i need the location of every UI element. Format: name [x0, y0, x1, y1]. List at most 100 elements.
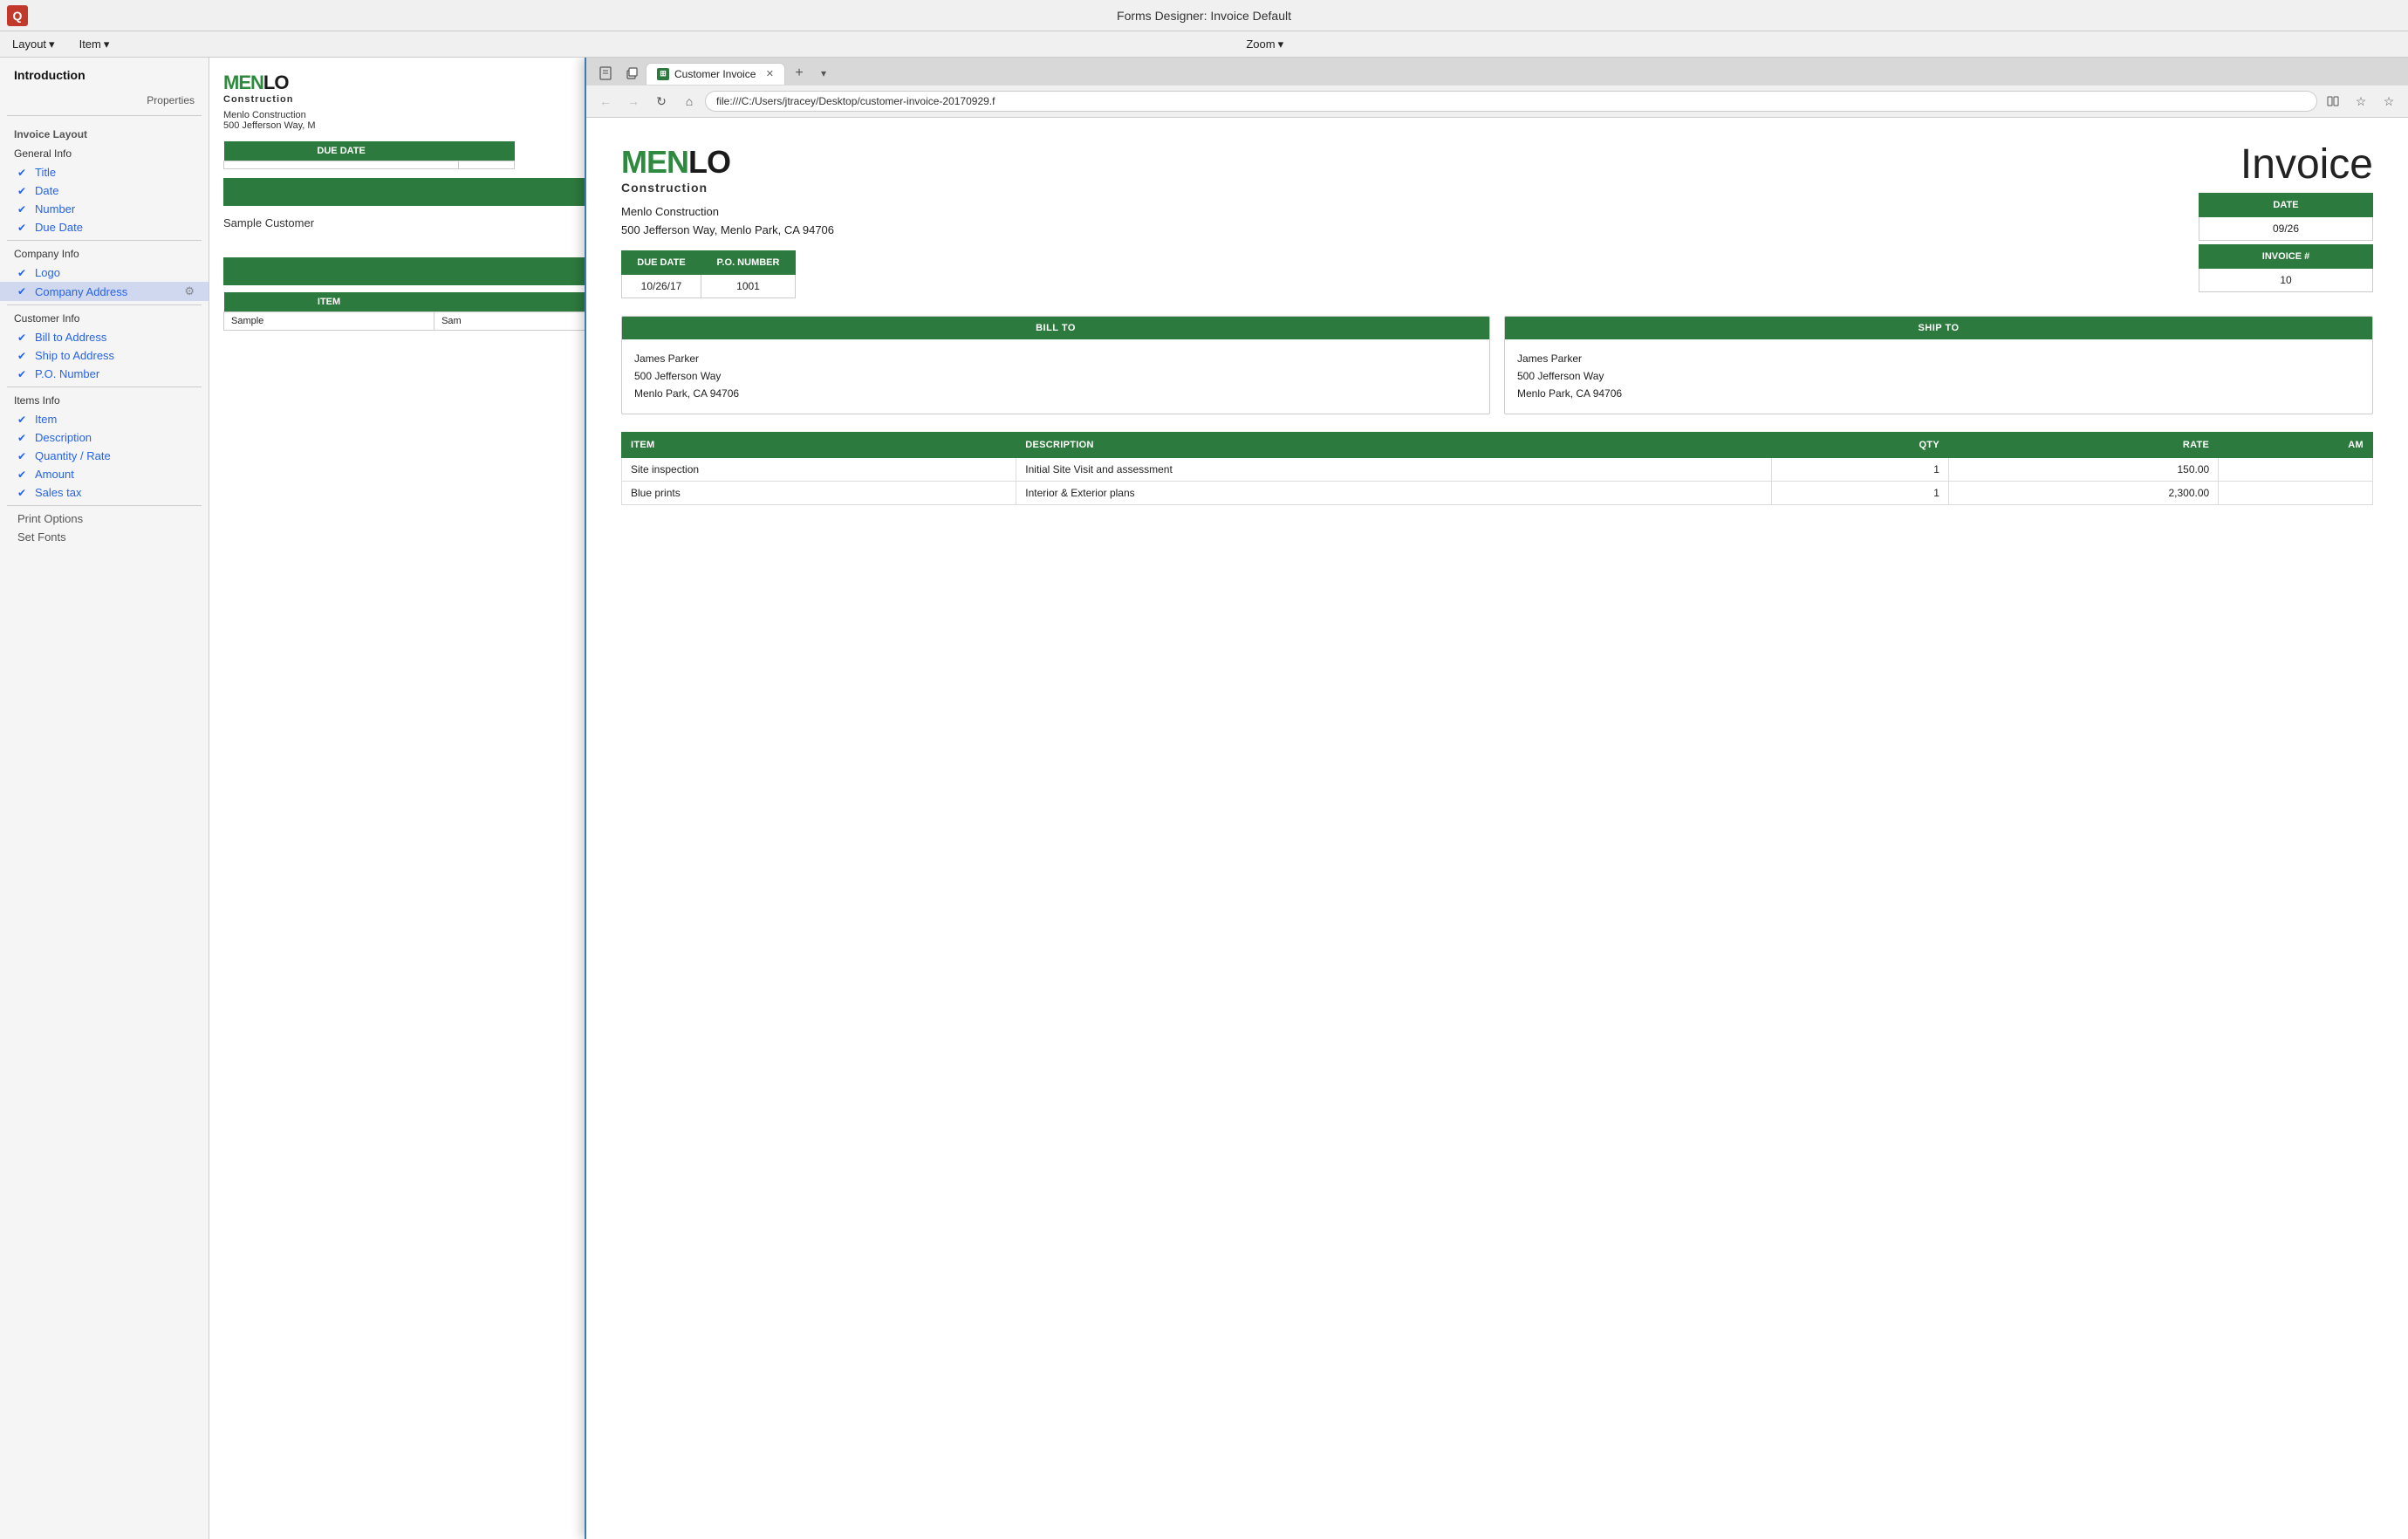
date-value: 09/26 [2199, 217, 2373, 241]
item-col-header: ITEM [622, 432, 1016, 457]
amount-cell [2219, 457, 2373, 481]
sidebar-item-description[interactable]: ✔ Description [0, 428, 209, 447]
forward-button[interactable]: → [621, 89, 646, 113]
more-button[interactable]: ☆ [2377, 89, 2401, 113]
browser-tab-active[interactable]: ⊞ Customer Invoice ✕ [646, 63, 785, 85]
refresh-button[interactable]: ↻ [649, 89, 674, 113]
items-green-bar [223, 257, 588, 285]
sidebar-item-label: Logo [35, 266, 60, 279]
menu-zoom[interactable]: Zoom ▾ [1241, 36, 1289, 53]
sidebar-item-qty-rate[interactable]: ✔ Quantity / Rate [0, 447, 209, 465]
qty-cell: 1 [1771, 457, 1948, 481]
due-date-header-small: DUE DATE [224, 141, 459, 161]
check-icon: ✔ [17, 350, 30, 362]
check-icon: ✔ [17, 332, 30, 344]
favorites-button[interactable]: ☆ [2349, 89, 2373, 113]
item-col-header: ITEM [224, 292, 434, 312]
browser-restore-icon[interactable] [619, 61, 644, 86]
browser-chrome: ⊞ Customer Invoice ✕ + ▾ ← → ↻ ⌂ file://… [586, 58, 2408, 118]
sidebar-item-print-options[interactable]: Print Options [0, 510, 209, 528]
sidebar-item-sales-tax[interactable]: ✔ Sales tax [0, 483, 209, 502]
sidebar-item-item[interactable]: ✔ Item [0, 410, 209, 428]
invoice-title-large: Invoice [2199, 144, 2373, 186]
ship-to-header: SHIP TO [1505, 317, 2372, 339]
ship-to-address1: 500 Jefferson Way [1517, 367, 2360, 385]
item-cell: Site inspection [622, 457, 1016, 481]
sidebar-item-set-fonts[interactable]: Set Fonts [0, 528, 209, 546]
check-icon: ✔ [17, 222, 30, 234]
invoice-right-header: Invoice DATE 09/26 [2199, 144, 2373, 292]
table-row: Site inspection Initial Site Visit and a… [622, 457, 2373, 481]
sidebar-item-title[interactable]: ✔ Title [0, 163, 209, 181]
window-title: Forms Designer: Invoice Default [1117, 9, 1291, 23]
home-button[interactable]: ⌂ [677, 89, 701, 113]
bill-to-body: James Parker 500 Jefferson Way Menlo Par… [622, 339, 1489, 414]
menu-layout[interactable]: Layout ▾ [7, 36, 60, 53]
invoice-left-header: MENLO Construction Menlo Construction 50… [621, 144, 834, 298]
due-date-table-small: DUE DATE [223, 141, 515, 169]
description-col-header: DESCRIPTION [1016, 432, 1771, 457]
sidebar-item-label: Sales tax [35, 486, 81, 499]
sidebar-item-bill-to[interactable]: ✔ Bill to Address [0, 328, 209, 346]
general-info-label: General Info [0, 144, 209, 163]
invoice-num-header: INVOICE # [2199, 245, 2373, 269]
sidebar-item-number[interactable]: ✔ Number [0, 200, 209, 218]
items-info-label: Items Info [0, 391, 209, 410]
gear-icon[interactable]: ⚙ [184, 284, 195, 298]
invoice-num-value: 10 [2199, 269, 2373, 292]
date-col-header: DATE [2199, 194, 2373, 217]
tab-close-button[interactable]: ✕ [766, 68, 774, 79]
sidebar-item-label: Item [35, 413, 57, 426]
invoice-layout-label: Invoice Layout [0, 120, 209, 144]
check-icon: ✔ [17, 285, 30, 298]
address-bar[interactable]: file:///C:/Users/jtracey/Desktop/custome… [705, 91, 2317, 112]
bill-to-name: James Parker [634, 350, 1477, 367]
browser-invoice-content: MENLO Construction Menlo Construction 50… [586, 118, 2408, 1539]
sidebar-item-po-number[interactable]: ✔ P.O. Number [0, 365, 209, 383]
company-address: 500 Jefferson Way, Menlo Park, CA 94706 [621, 222, 834, 240]
content-area: MENLO Construction Menlo Construction 50… [209, 58, 2408, 1539]
sidebar-item-amount[interactable]: ✔ Amount [0, 465, 209, 483]
bill-to-header: BILL TO [622, 317, 1489, 339]
new-tab-button[interactable]: + [787, 61, 811, 86]
back-button[interactable]: ← [593, 89, 618, 113]
invoice-background-panel: MENLO Construction Menlo Construction 50… [209, 58, 602, 1539]
check-icon: ✔ [17, 469, 30, 481]
tab-dropdown-button[interactable]: ▾ [813, 63, 834, 84]
properties-label: Properties [0, 89, 209, 112]
invoice-meta-table: DUE DATE P.O. NUMBER 10/26/17 1001 [621, 250, 796, 298]
placeholder-header-small [459, 141, 515, 161]
invoice-header: MENLO Construction Menlo Construction 50… [621, 144, 2373, 298]
bill-to-address2: Menlo Park, CA 94706 [634, 385, 1477, 402]
customer-name-small: Sample Customer [223, 209, 588, 236]
sidebar-item-company-address[interactable]: ✔ Company Address ⚙ [0, 282, 209, 301]
table-row: Blue prints Interior & Exterior plans 1 … [622, 481, 2373, 504]
menu-bar: Layout ▾ Item ▾ Zoom ▾ [0, 31, 2408, 58]
rate-cell: 2,300.00 [1948, 481, 2218, 504]
amount-col-header: AM [2219, 432, 2373, 457]
menu-item[interactable]: Item ▾ [74, 36, 115, 53]
green-bar [223, 178, 588, 206]
sidebar-item-label: Amount [35, 468, 74, 481]
description-cell: Interior & Exterior plans [1016, 481, 1771, 504]
rate-col-header: RATE [1948, 432, 2218, 457]
tab-title: Customer Invoice [674, 68, 756, 80]
reading-view-button[interactable] [2321, 89, 2345, 113]
invoice-number-table: INVOICE # 10 [2199, 244, 2373, 292]
sidebar: Introduction Properties Invoice Layout G… [0, 58, 209, 1539]
po-number-col-header: P.O. NUMBER [701, 250, 796, 274]
bill-ship-section: BILL TO James Parker 500 Jefferson Way M… [621, 316, 2373, 414]
browser-doc-icon[interactable] [593, 61, 618, 86]
sidebar-item-date[interactable]: ✔ Date [0, 181, 209, 200]
ship-to-body: James Parker 500 Jefferson Way Menlo Par… [1505, 339, 2372, 414]
sidebar-item-logo[interactable]: ✔ Logo [0, 263, 209, 282]
browser-window: ⊞ Customer Invoice ✕ + ▾ ← → ↻ ⌂ file://… [585, 58, 2408, 1539]
sidebar-header: Introduction [0, 58, 209, 89]
check-icon: ✔ [17, 203, 30, 215]
customer-info-label: Customer Info [0, 309, 209, 328]
items-table-small: ITEM Sample Sam [223, 292, 588, 331]
sidebar-item-due-date[interactable]: ✔ Due Date [0, 218, 209, 236]
sidebar-item-label: Company Address [35, 285, 127, 298]
sidebar-item-ship-to[interactable]: ✔ Ship to Address [0, 346, 209, 365]
bill-to-box: BILL TO James Parker 500 Jefferson Way M… [621, 316, 1490, 414]
